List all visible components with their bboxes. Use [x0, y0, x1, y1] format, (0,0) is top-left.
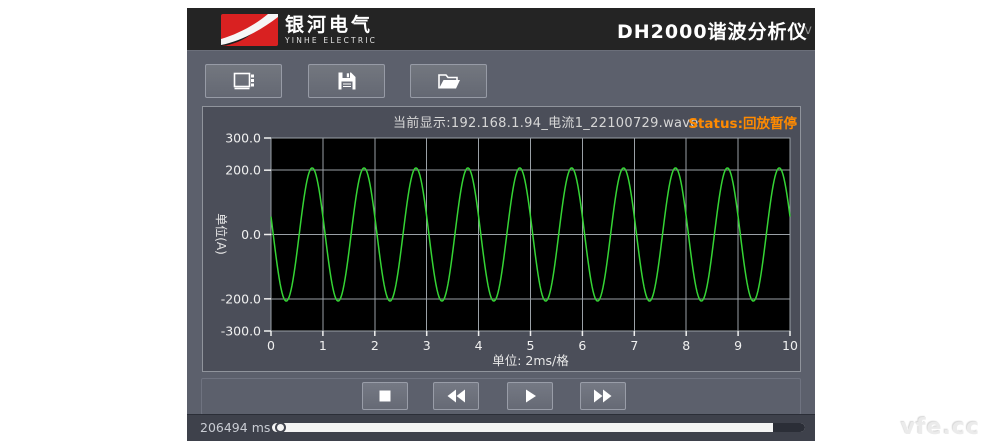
app-window: 银河电气 YINHE ELECTRIC DH2000谐波分析仪 v — [187, 8, 815, 441]
y-tick-label: -300.0 — [221, 324, 261, 339]
watermark: vfe.cc — [901, 415, 980, 440]
x-tick-label: 2 — [371, 338, 379, 353]
play-button[interactable] — [507, 382, 553, 410]
y-axis-title: 单位(A) — [214, 213, 229, 255]
brand-name-en: YINHE ELECTRIC — [285, 36, 377, 45]
progress-remaining-segment — [773, 423, 805, 432]
fast-forward-button[interactable] — [580, 382, 626, 410]
x-tick-label: 3 — [423, 338, 431, 353]
fast-forward-icon — [591, 386, 615, 406]
x-tick-label: 7 — [630, 338, 638, 353]
device-display-button[interactable] — [205, 64, 282, 98]
toolbar — [187, 50, 815, 100]
brand-text: 银河电气 YINHE ELECTRIC — [285, 15, 377, 45]
open-folder-icon — [437, 72, 461, 91]
save-icon — [337, 71, 357, 91]
save-button[interactable] — [308, 64, 385, 98]
status-bar: 206494 ms — [187, 414, 815, 441]
device-display-icon — [232, 71, 256, 91]
elapsed-time-label: 206494 ms — [200, 420, 270, 435]
transport-controls — [201, 378, 801, 415]
x-tick-label: 0 — [267, 338, 275, 353]
progress-thumb[interactable] — [275, 422, 286, 433]
play-icon — [520, 386, 540, 406]
waveform-panel: 当前显示:192.168.1.94_电流1_22100729.wave Stat… — [202, 106, 801, 372]
current-display-label: 当前显示:192.168.1.94_电流1_22100729.wave — [393, 112, 699, 131]
playback-progress-bar[interactable] — [272, 423, 805, 432]
x-tick-label: 5 — [527, 338, 535, 353]
x-tick-label: 8 — [682, 338, 690, 353]
stop-button[interactable] — [362, 382, 408, 410]
app-title: DH2000谐波分析仪 — [617, 17, 808, 44]
y-tick-label: 0.0 — [241, 227, 261, 242]
playback-status-label: Status:回放暂停 — [688, 112, 797, 132]
x-tick-label: 10 — [782, 338, 798, 353]
y-tick-label: 300.0 — [225, 131, 261, 146]
brand-name-cn: 银河电气 — [285, 15, 377, 36]
x-tick-label: 6 — [578, 338, 586, 353]
x-tick-label: 4 — [475, 338, 483, 353]
x-tick-label: 9 — [734, 338, 742, 353]
y-tick-label: -200.0 — [221, 291, 261, 306]
chart-title-row: 当前显示:192.168.1.94_电流1_22100729.wave Stat… — [203, 112, 798, 130]
brand-logo-icon — [221, 14, 278, 46]
y-tick-label: 200.0 — [225, 163, 261, 178]
x-axis-title: 单位: 2ms/格 — [492, 353, 569, 368]
app-title-version-hint: v — [804, 23, 812, 38]
brand-logo: 银河电气 YINHE ELECTRIC — [221, 13, 377, 47]
rewind-button[interactable] — [433, 382, 479, 410]
open-file-button[interactable] — [410, 64, 487, 98]
desktop-background: 银河电气 YINHE ELECTRIC DH2000谐波分析仪 v — [0, 0, 1000, 444]
title-bar: 银河电气 YINHE ELECTRIC DH2000谐波分析仪 v — [187, 8, 815, 50]
stop-icon — [374, 386, 396, 406]
x-tick-label: 1 — [319, 338, 327, 353]
waveform-chart: 300.0 200.0 0.0 -200.0 -300.0 0 1 2 3 4 5 6 7 8 9 10 单位:… — [203, 107, 800, 371]
rewind-icon — [444, 386, 468, 406]
